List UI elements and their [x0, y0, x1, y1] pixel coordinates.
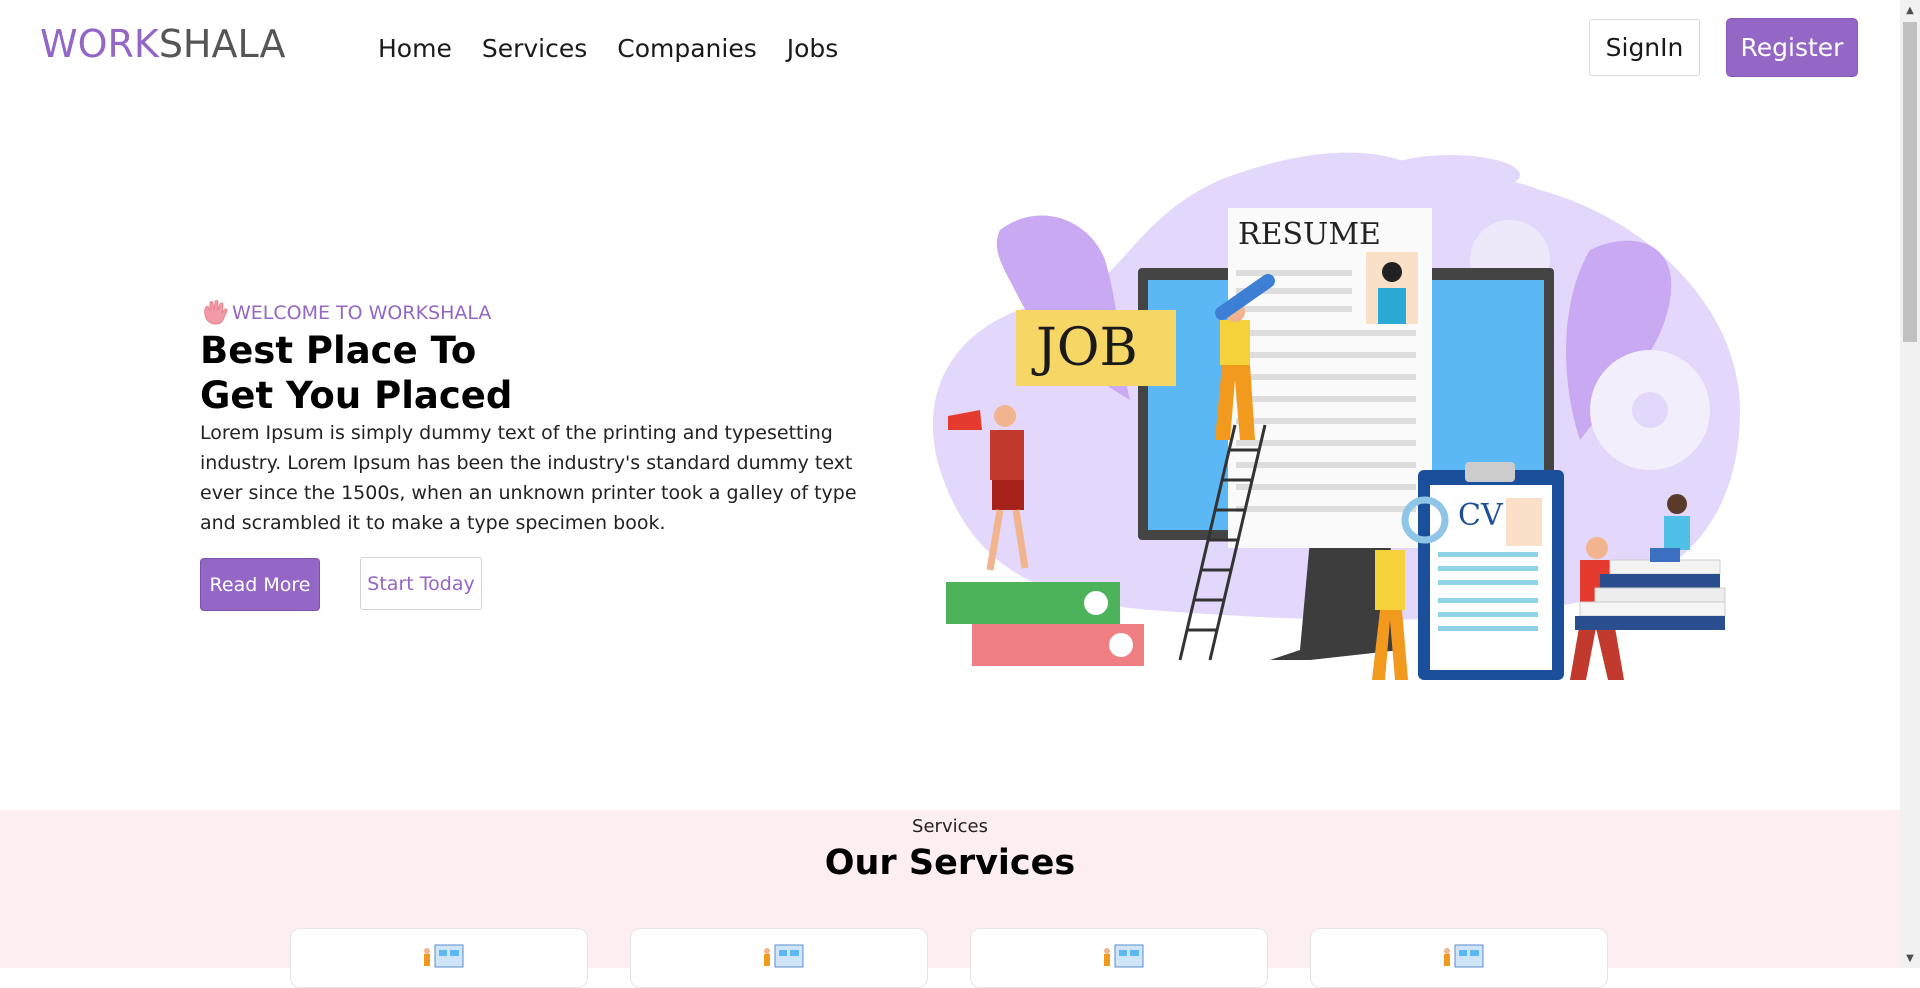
start-today-button[interactable]: Start Today — [360, 557, 482, 610]
service-illustration-icon — [764, 944, 804, 968]
brand-logo-part2: SHALA — [158, 22, 286, 66]
nav-item-jobs[interactable]: Jobs — [787, 34, 839, 63]
signin-button[interactable]: SignIn — [1589, 19, 1700, 76]
services-title: Our Services — [824, 843, 1076, 883]
resume-label: RESUME — [1238, 217, 1381, 252]
welcome-text: WELCOME TO WORKSHALA — [232, 302, 492, 324]
service-illustration-icon — [424, 944, 464, 968]
nav-item-companies[interactable]: Companies — [617, 34, 757, 63]
hero-title-line2: Get You Placed — [200, 374, 513, 417]
register-button[interactable]: Register — [1727, 19, 1857, 76]
service-card[interactable] — [290, 928, 588, 988]
service-illustration-icon — [1104, 944, 1144, 968]
brand-logo[interactable]: WORKSHALA — [40, 22, 286, 66]
service-card[interactable] — [970, 928, 1268, 988]
cv-label: CV — [1458, 498, 1504, 533]
read-more-button[interactable]: Read More — [201, 559, 319, 610]
brand-logo-part1: WORK — [40, 22, 159, 66]
vertical-scrollbar[interactable]: ▲ ▼ — [1900, 0, 1920, 968]
hero-title-line1: Best Place To — [200, 329, 477, 372]
scrollbar-thumb[interactable] — [1903, 22, 1917, 342]
service-card[interactable] — [1310, 928, 1608, 988]
services-kicker: Services — [912, 816, 988, 837]
nav-item-services[interactable]: Services — [482, 34, 587, 63]
waving-hand-icon — [204, 300, 228, 325]
scroll-down-arrow-icon[interactable]: ▼ — [1900, 948, 1920, 968]
scroll-up-arrow-icon[interactable]: ▲ — [1900, 0, 1920, 20]
navbar: WORKSHALA Home Services Companies Jobs S… — [0, 0, 1900, 98]
nav-item-home[interactable]: Home — [378, 34, 452, 63]
job-sign-label: JOB — [1031, 318, 1138, 378]
service-illustration-icon — [1444, 944, 1484, 968]
service-card[interactable] — [630, 928, 928, 988]
welcome-label: WELCOME TO WORKSHALA — [200, 298, 491, 328]
nav-links: Home Services Companies Jobs — [378, 34, 838, 63]
hero-illustration: RESUME JOB CV — [932, 152, 1740, 680]
hero-title: Best Place To Get You Placed — [200, 328, 800, 418]
hero-description: Lorem Ipsum is simply dummy text of the … — [200, 422, 857, 534]
